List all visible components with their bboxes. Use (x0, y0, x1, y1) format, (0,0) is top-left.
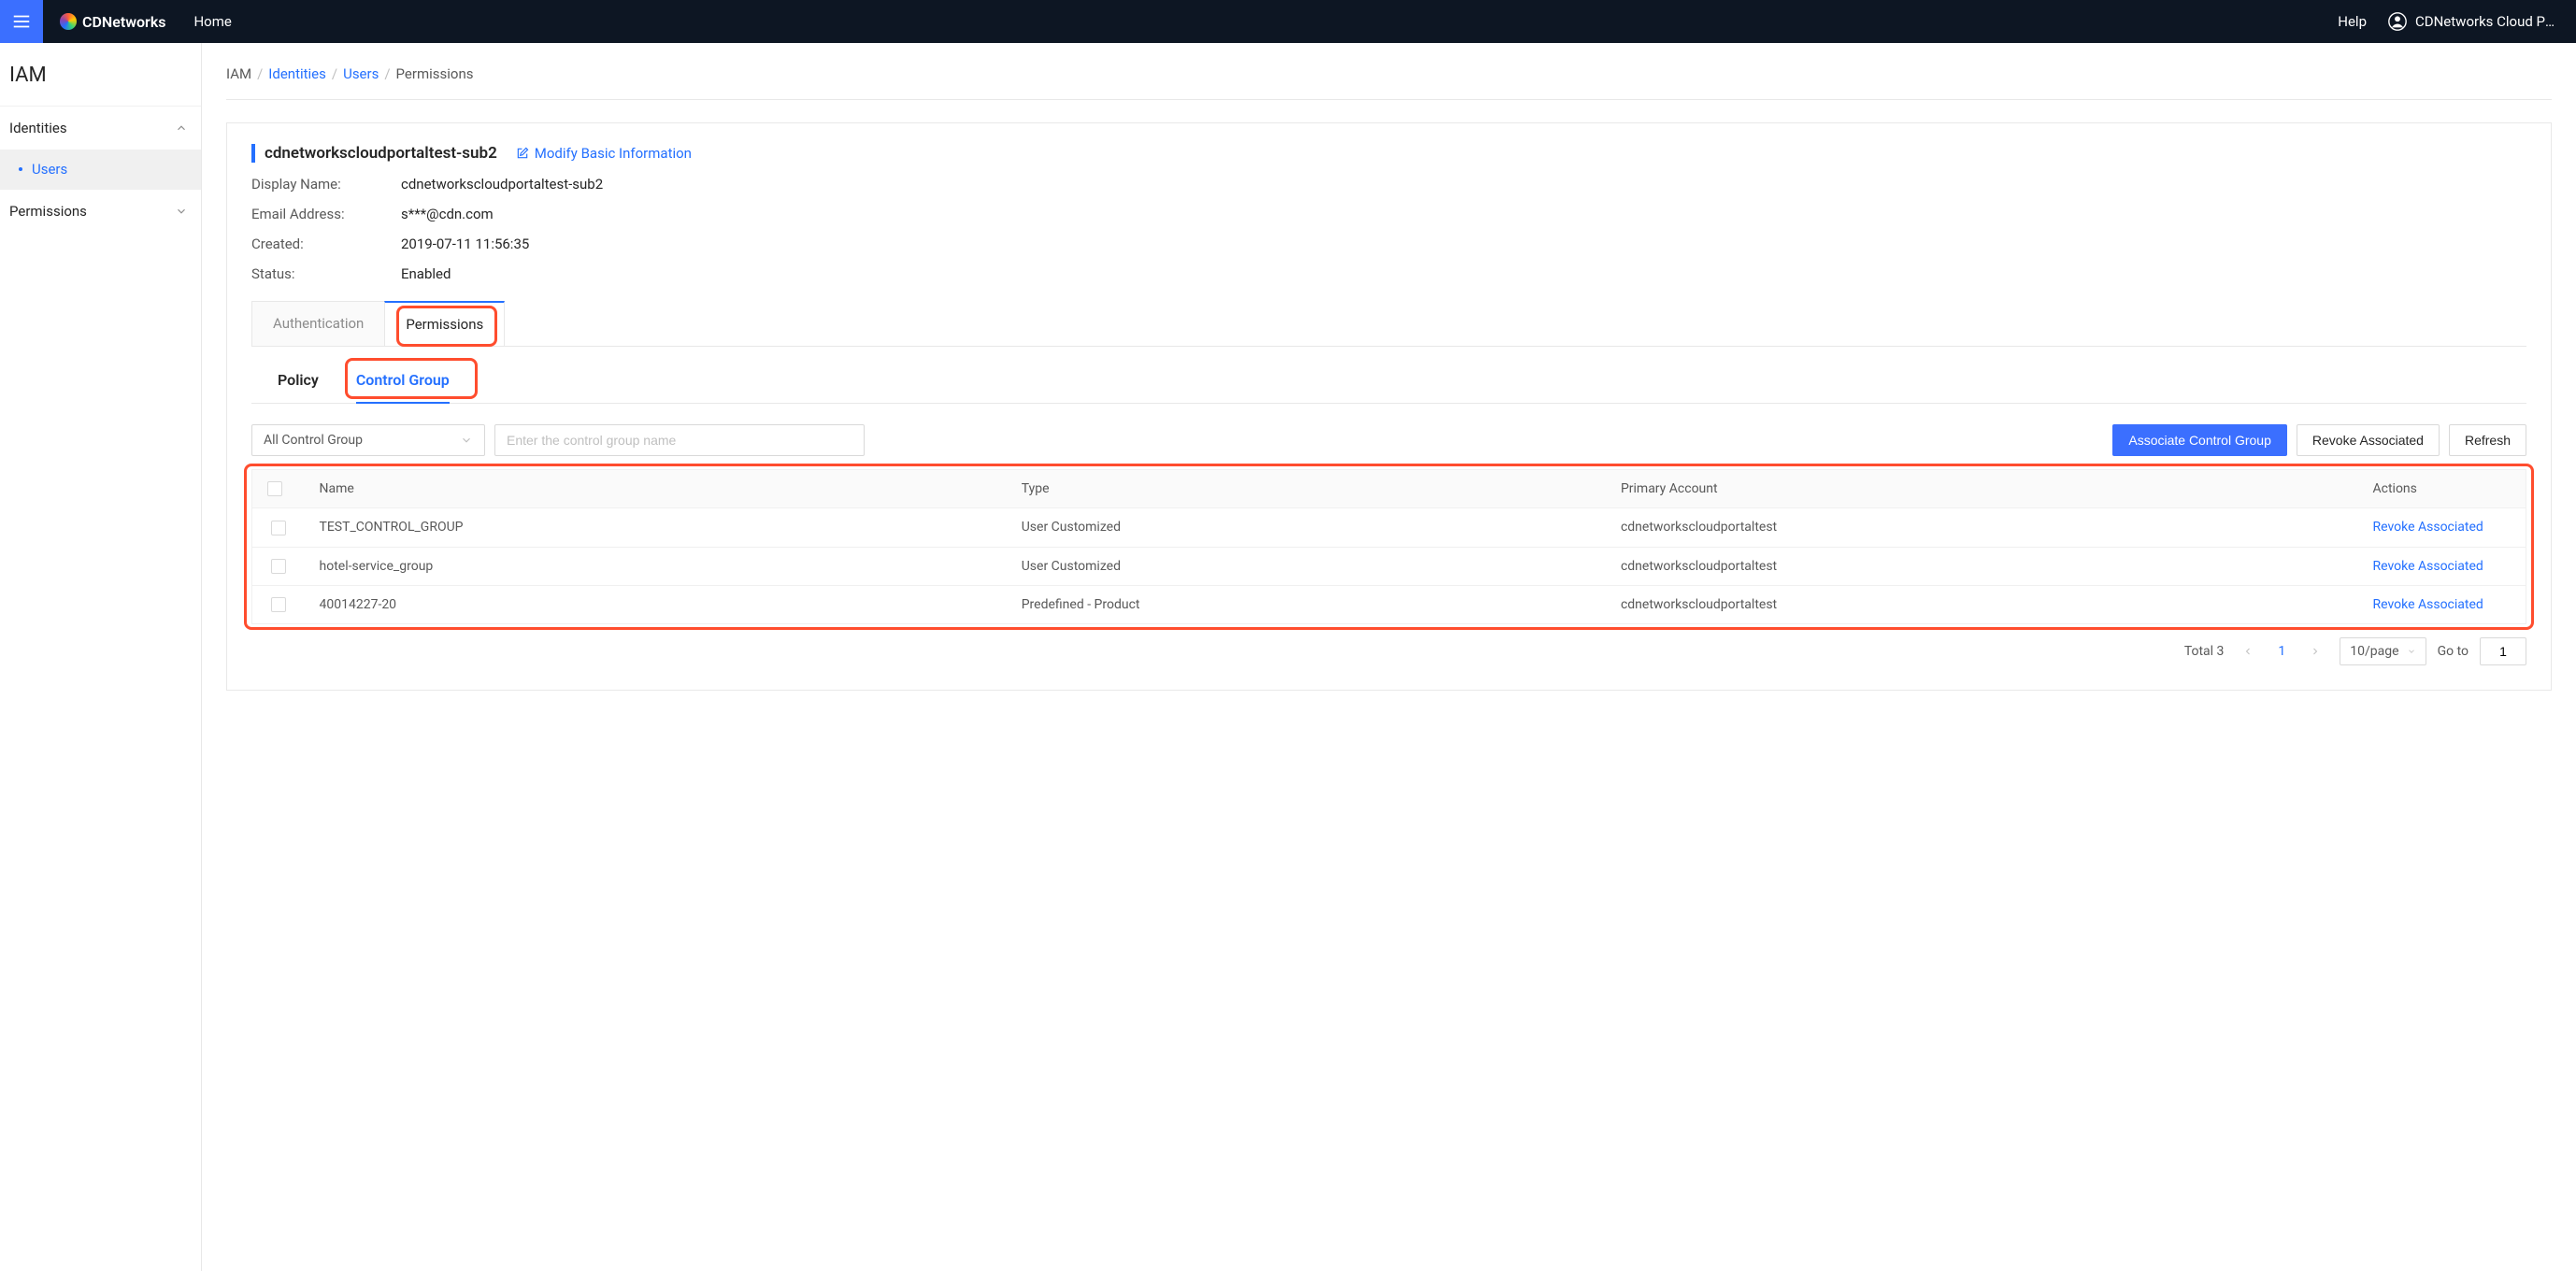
chevron-down-icon (2407, 647, 2416, 656)
refresh-button[interactable]: Refresh (2449, 424, 2526, 456)
sidebar-title: IAM (0, 43, 201, 106)
row-revoke-link[interactable]: Revoke Associated (2373, 520, 2483, 535)
hamburger-icon (11, 11, 32, 32)
brand-block[interactable]: CDNetworks (43, 13, 177, 31)
tab-policy[interactable]: Policy (278, 360, 319, 403)
chevron-right-icon (2310, 646, 2321, 657)
row-checkbox[interactable] (271, 597, 286, 612)
modify-info-link[interactable]: Modify Basic Information (516, 145, 692, 162)
pagination-prev[interactable] (2235, 638, 2261, 664)
select-value: All Control Group (264, 433, 363, 448)
cell-primary-account: cdnetworkscloudportaltest (1606, 585, 2358, 623)
pagination-goto-label: Go to (2438, 644, 2469, 659)
table-row: hotel-service_group User Customized cdne… (252, 547, 2526, 585)
action-bar: All Control Group Associate Control Grou… (251, 424, 2526, 456)
pagination-next[interactable] (2302, 638, 2328, 664)
detail-title: cdnetworkscloudportaltest-sub2 (251, 144, 497, 163)
created-label: Created: (251, 236, 401, 252)
breadcrumb: IAM / Identities / Users / Permissions (226, 65, 2552, 100)
tab-authentication[interactable]: Authentication (251, 301, 385, 346)
control-group-filter-select[interactable]: All Control Group (251, 424, 485, 456)
control-group-table: Name Type Primary Account Actions TEST_C… (251, 469, 2526, 624)
cell-type: Predefined - Product (1007, 585, 1606, 623)
col-name: Name (305, 470, 1007, 508)
cell-name: hotel-service_group (305, 547, 1007, 585)
cell-type: User Customized (1007, 547, 1606, 585)
nav-home-link[interactable]: Home (177, 13, 248, 30)
user-label: CDNetworks Cloud Po... (2415, 13, 2559, 30)
email-label: Email Address: (251, 206, 401, 222)
brand-label: CDNetworks (82, 13, 165, 31)
chevron-left-icon (2242, 646, 2254, 657)
table-row: TEST_CONTROL_GROUP User Customized cdnet… (252, 508, 2526, 547)
breadcrumb-root: IAM (226, 65, 251, 82)
chevron-up-icon (175, 121, 188, 135)
breadcrumb-separator: / (384, 65, 390, 82)
modify-info-label: Modify Basic Information (535, 145, 692, 162)
col-primary-account: Primary Account (1606, 470, 2358, 508)
sidebar-group-permissions[interactable]: Permissions (0, 190, 201, 233)
display-name-value: cdnetworkscloudportaltest-sub2 (401, 176, 2526, 193)
associate-control-group-button[interactable]: Associate Control Group (2112, 424, 2287, 456)
sidebar: IAM Identities Users Permissions (0, 43, 202, 1271)
pagination-page-1[interactable]: 1 (2272, 644, 2291, 659)
breadcrumb-current: Permissions (396, 65, 474, 82)
info-grid: Display Name: cdnetworkscloudportaltest-… (251, 176, 2526, 282)
sidebar-item-label: Users (32, 161, 67, 178)
hamburger-button[interactable] (0, 0, 43, 43)
email-value: s***@cdn.com (401, 206, 2526, 222)
tabs-level1: Authentication Permissions (251, 301, 2526, 347)
top-header: CDNetworks Home Help CDNetworks Cloud Po… (0, 0, 2576, 43)
tab-permissions[interactable]: Permissions (384, 301, 505, 346)
row-revoke-link[interactable]: Revoke Associated (2373, 559, 2483, 574)
tabs-level2-wrap: Policy Control Group (251, 360, 2526, 404)
cell-name: 40014227-20 (305, 585, 1007, 623)
chevron-down-icon (175, 205, 188, 218)
tabs-level2: Policy Control Group (251, 360, 2526, 404)
row-revoke-link[interactable]: Revoke Associated (2373, 597, 2483, 612)
pagination-total: Total 3 (2184, 644, 2225, 659)
pagination-goto-input[interactable] (2480, 637, 2526, 665)
created-value: 2019-07-11 11:56:35 (401, 236, 2526, 252)
user-avatar-icon (2387, 11, 2408, 32)
revoke-associated-button[interactable]: Revoke Associated (2297, 424, 2440, 456)
breadcrumb-separator: / (257, 65, 263, 82)
edit-icon (516, 147, 529, 160)
pagination: Total 3 1 10/page Go to (251, 637, 2526, 665)
breadcrumb-separator: / (332, 65, 337, 82)
cell-primary-account: cdnetworkscloudportaltest (1606, 547, 2358, 585)
sidebar-group-identities[interactable]: Identities (0, 107, 201, 150)
control-group-name-input[interactable] (494, 424, 865, 456)
sidebar-item-users[interactable]: Users (0, 150, 201, 189)
select-all-checkbox[interactable] (267, 481, 282, 496)
nav-help-link[interactable]: Help (2325, 13, 2380, 30)
main-content: IAM / Identities / Users / Permissions c… (202, 43, 2576, 1271)
page-size-value: 10/page (2350, 644, 2398, 659)
status-value: Enabled (401, 265, 2526, 282)
display-name-label: Display Name: (251, 176, 401, 193)
cell-primary-account: cdnetworkscloudportaltest (1606, 508, 2358, 547)
brand-logo-icon (60, 13, 77, 30)
col-actions: Actions (2358, 470, 2526, 508)
pagination-page-size-select[interactable]: 10/page (2340, 637, 2426, 665)
tab-control-group[interactable]: Control Group (356, 360, 450, 404)
table-row: 40014227-20 Predefined - Product cdnetwo… (252, 585, 2526, 623)
breadcrumb-users-link[interactable]: Users (343, 65, 379, 82)
row-checkbox[interactable] (271, 521, 286, 536)
status-label: Status: (251, 265, 401, 282)
table-wrap: Name Type Primary Account Actions TEST_C… (251, 469, 2526, 624)
bullet-icon (19, 167, 22, 171)
cell-type: User Customized (1007, 508, 1606, 547)
breadcrumb-identities-link[interactable]: Identities (268, 65, 326, 82)
sidebar-group-label: Permissions (9, 203, 87, 220)
sidebar-group-label: Identities (9, 120, 67, 136)
user-menu[interactable]: CDNetworks Cloud Po... (2380, 11, 2576, 32)
row-checkbox[interactable] (271, 559, 286, 574)
chevron-down-icon (460, 434, 473, 447)
cell-name: TEST_CONTROL_GROUP (305, 508, 1007, 547)
col-type: Type (1007, 470, 1606, 508)
detail-card: cdnetworkscloudportaltest-sub2 Modify Ba… (226, 122, 2552, 691)
